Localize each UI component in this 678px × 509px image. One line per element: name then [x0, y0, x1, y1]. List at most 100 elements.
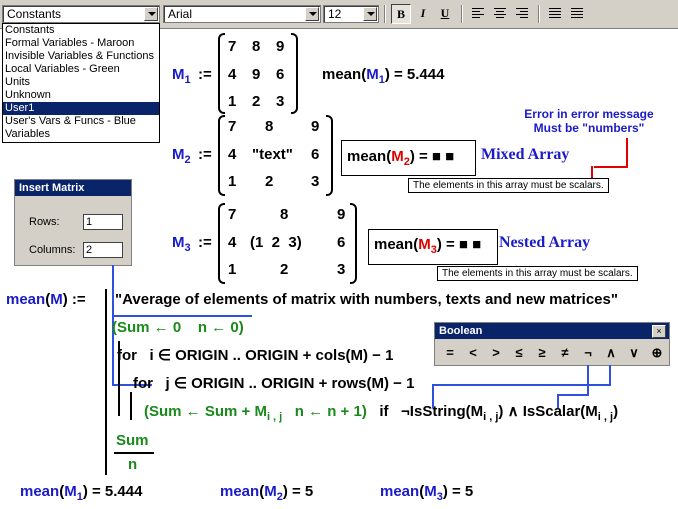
not-button[interactable]: ¬ [577, 344, 599, 362]
style-option[interactable]: Variables [3, 128, 159, 141]
matrix-cell[interactable]: 2 [265, 173, 273, 190]
matrix-cell[interactable]: 2 [252, 93, 260, 110]
bullets-button[interactable] [545, 4, 565, 24]
mean-m1-expression[interactable]: mean(M1) = 5.444 [322, 66, 444, 86]
sum-update: Sum ← Sum + M [149, 403, 267, 420]
greater-equal-button[interactable]: ≥ [531, 344, 553, 362]
matrix-cell[interactable]: 7 [228, 118, 236, 135]
matrix-cell[interactable]: 7 [228, 206, 236, 223]
matrix-cell[interactable]: 8 [252, 38, 260, 55]
subscript: 2 [184, 154, 191, 166]
or-button[interactable]: ∨ [623, 344, 645, 362]
matrix-cell[interactable]: 2 [280, 261, 288, 278]
font-select[interactable]: Arial [163, 5, 321, 23]
matrix-cell[interactable]: (1 2 3) [250, 234, 302, 251]
not-equal-button[interactable]: ≠ [554, 344, 576, 362]
align-right-button[interactable] [512, 4, 532, 24]
matrix-cell[interactable]: 4 [228, 66, 236, 83]
matrix-cell[interactable]: 3 [311, 173, 319, 190]
bottom-mean-m3[interactable]: mean(M3) = 5 [380, 483, 473, 503]
error-tooltip: The elements in this array must be scala… [437, 266, 638, 281]
matrix-cell[interactable]: 4 [228, 146, 236, 163]
subscript: i , j [483, 411, 499, 423]
bold-button[interactable]: B [391, 4, 411, 24]
style-option[interactable]: Units [3, 76, 159, 89]
less-equal-button[interactable]: ≤ [508, 344, 530, 362]
matrix-cell[interactable]: 1 [228, 261, 236, 278]
chevron-down-icon[interactable] [305, 7, 319, 21]
program-line-body[interactable]: (Sum ← Sum + Mi , j n ← n + 1) if ¬IsStr… [144, 402, 618, 423]
var-m: M [418, 236, 431, 253]
matrix-cell[interactable]: 8 [265, 118, 273, 135]
columns-input[interactable]: 2 [83, 242, 123, 258]
m3-name[interactable]: M3 [172, 234, 191, 254]
matrix-cell[interactable]: 1 [228, 93, 236, 110]
bottom-mean-m1[interactable]: mean(M1) = 5.444 [20, 483, 142, 503]
var-m: M [64, 483, 77, 500]
numbering-button[interactable] [567, 4, 587, 24]
matrix-cell[interactable]: 9 [337, 206, 345, 223]
matrix-cell[interactable]: 9 [252, 66, 260, 83]
func-comment[interactable]: "Average of elements of matrix with numb… [115, 291, 618, 308]
chevron-down-icon[interactable] [144, 7, 158, 21]
rows-input[interactable]: 1 [83, 214, 123, 230]
xor-button[interactable]: ⊕ [646, 344, 668, 362]
program-line-init[interactable]: (Sum ← 0 n ← 0) [112, 319, 244, 336]
mean-m2-expression[interactable]: mean(M2) = ■ ■ [347, 148, 454, 168]
equals: = [451, 483, 461, 500]
less-than-button[interactable]: < [462, 344, 484, 362]
matrix-cell[interactable]: 4 [228, 234, 236, 251]
style-option[interactable]: Unknown [3, 89, 159, 102]
matrix-cell[interactable]: 1 [228, 173, 236, 190]
m1-name[interactable]: M1 [172, 66, 191, 86]
italic-button[interactable]: I [413, 4, 433, 24]
matrix-cell[interactable]: 8 [280, 206, 288, 223]
font-size-value: 12 [328, 7, 342, 21]
m2-name[interactable]: M2 [172, 146, 191, 166]
if-keyword: if [379, 403, 389, 420]
equal-op-button[interactable]: = [439, 344, 461, 362]
close-icon[interactable]: × [652, 325, 666, 338]
bullet-list-icon [549, 8, 561, 20]
align-center-button[interactable] [490, 4, 510, 24]
result-denominator[interactable]: n [128, 456, 137, 473]
font-size-select[interactable]: 12 [323, 5, 379, 23]
style-option[interactable]: Local Variables - Green [3, 63, 159, 76]
style-option[interactable]: Invisible Variables & Functions [3, 50, 159, 63]
matrix-bracket-left [218, 203, 225, 284]
and-button[interactable]: ∧ [600, 344, 622, 362]
align-left-button[interactable] [468, 4, 488, 24]
underline-button[interactable]: U [435, 4, 455, 24]
numbered-list-icon [571, 8, 583, 20]
chevron-down-icon[interactable] [363, 7, 377, 21]
matrix-cell[interactable]: 6 [337, 234, 345, 251]
style-select[interactable]: Constants [2, 5, 160, 23]
connector-line [557, 394, 589, 396]
equals: = [418, 148, 428, 165]
program-line-for-i[interactable]: for i ∈ ORIGIN .. ORIGIN + cols(M) − 1 [117, 346, 393, 364]
function-definition-name[interactable]: mean(M) := [6, 291, 86, 308]
mean-m3-expression[interactable]: mean(M3) = ■ ■ [374, 236, 481, 256]
matrix-cell[interactable]: 9 [276, 38, 284, 55]
var-m: M [264, 483, 277, 500]
result-value: 5 [464, 483, 474, 500]
greater-than-button[interactable]: > [485, 344, 507, 362]
style-option[interactable]: User's Vars & Funcs - Blue [3, 115, 159, 128]
style-option[interactable]: Constants [3, 24, 159, 37]
matrix-cell[interactable]: 3 [276, 93, 284, 110]
matrix-cell[interactable]: 6 [311, 146, 319, 163]
result-value: 5.444 [406, 66, 445, 83]
program-line-for-j[interactable]: for j ∈ ORIGIN .. ORIGIN + rows(M) − 1 [133, 374, 414, 392]
matrix-cell[interactable]: 3 [337, 261, 345, 278]
align-left-icon [472, 8, 484, 20]
style-option-selected[interactable]: User1 [3, 102, 159, 115]
matrix-cell[interactable]: 6 [276, 66, 284, 83]
toolbar-separator [384, 5, 386, 23]
matrix-cell[interactable]: "text" [252, 146, 293, 163]
bottom-mean-m2[interactable]: mean(M2) = 5 [220, 483, 313, 503]
style-option[interactable]: Formal Variables - Maroon [3, 37, 159, 50]
result-numerator[interactable]: Sum [116, 432, 149, 449]
insert-matrix-dialog: Insert Matrix Rows: 1 Columns: 2 [14, 179, 132, 266]
matrix-cell[interactable]: 7 [228, 38, 236, 55]
matrix-cell[interactable]: 9 [311, 118, 319, 135]
